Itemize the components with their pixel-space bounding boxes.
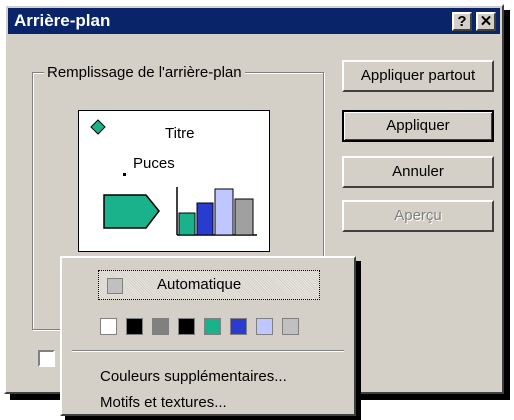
chart-bar-1-icon: [178, 212, 196, 236]
color-swatch[interactable]: [152, 318, 169, 335]
title-bar: Arrière-plan ? ✕: [8, 8, 500, 34]
preview-button[interactable]: Aperçu: [342, 200, 494, 232]
dot-bullet-icon: [123, 173, 126, 176]
menu-separator: [72, 350, 344, 352]
chart-bar-4-icon: [234, 198, 254, 236]
fill-dropdown-menu: Automatique Couleurs supplémentaires... …: [60, 256, 356, 416]
apply-button[interactable]: Appliquer: [342, 110, 494, 142]
help-button[interactable]: ?: [452, 12, 472, 31]
diamond-bullet-icon: [90, 119, 106, 135]
color-swatch[interactable]: [178, 318, 195, 335]
color-swatch[interactable]: [256, 318, 273, 335]
color-swatch[interactable]: [230, 318, 247, 335]
automatic-option[interactable]: Automatique: [98, 270, 320, 300]
chart-bar-3-icon: [214, 188, 234, 236]
automatic-label: Automatique: [157, 276, 242, 293]
more-colors-item[interactable]: Couleurs supplémentaires...: [100, 368, 287, 385]
patterns-textures-item[interactable]: Motifs et textures...: [100, 394, 227, 411]
fill-group-label: Remplissage de l'arrière-plan: [44, 64, 245, 81]
omit-graphics-checkbox[interactable]: [38, 350, 55, 367]
preview-title: Titre: [165, 125, 195, 142]
close-button[interactable]: ✕: [476, 12, 496, 31]
automatic-swatch: [107, 278, 123, 294]
chart-bar-2-icon: [196, 202, 214, 236]
color-swatch[interactable]: [126, 318, 143, 335]
color-swatch[interactable]: [204, 318, 221, 335]
slide-preview: Titre Puces: [78, 110, 270, 252]
apply-all-button[interactable]: Appliquer partout: [342, 60, 494, 92]
cancel-button[interactable]: Annuler: [342, 156, 494, 188]
color-swatch[interactable]: [100, 318, 117, 335]
color-swatch[interactable]: [282, 318, 299, 335]
arrow-shape-icon: [103, 194, 160, 229]
dialog-title: Arrière-plan: [14, 11, 111, 30]
preview-bullet: Puces: [133, 155, 175, 172]
